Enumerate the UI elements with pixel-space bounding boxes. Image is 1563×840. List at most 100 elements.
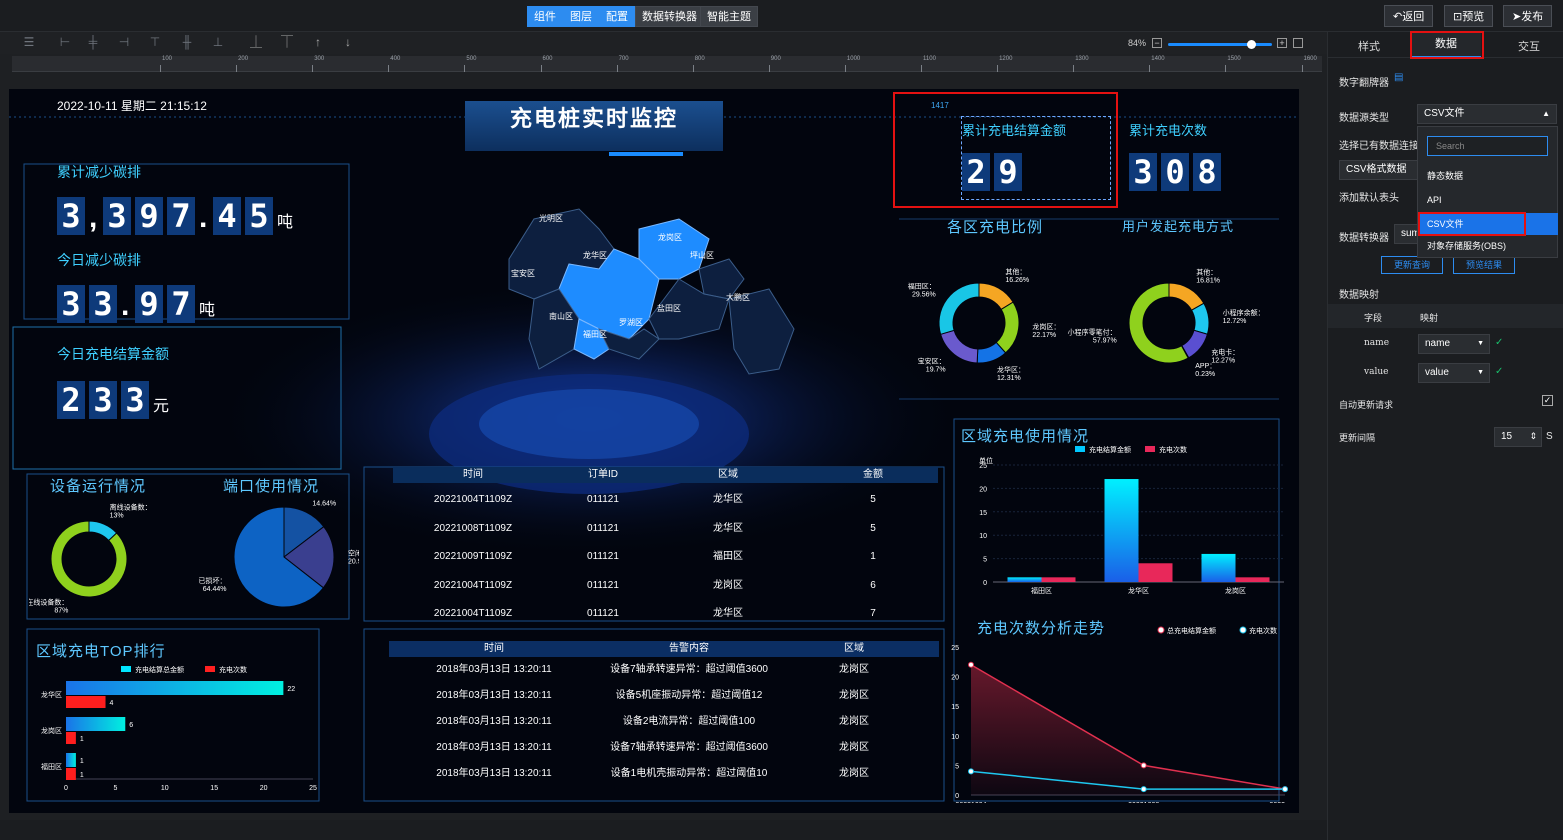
table-cell: 设备7轴承转速异常：超过阈值3600 xyxy=(610,664,768,675)
interval-stepper[interactable]: 15 ⇕ xyxy=(1494,427,1542,447)
charge-count-counter[interactable]: 308 xyxy=(1129,153,1225,191)
align-bottom-icon[interactable]: ⊥ xyxy=(211,36,225,48)
carbon-total-label: 累计减少碳排 xyxy=(57,164,141,180)
shenzhen-map[interactable] xyxy=(479,189,809,389)
option-api[interactable]: API xyxy=(1419,189,1527,211)
tab-config[interactable]: 配置 xyxy=(599,6,635,27)
table-row[interactable]: 20221008T1109Z 011121 龙华区 5 xyxy=(393,515,938,543)
publish-button[interactable]: ➤发布 xyxy=(1503,5,1553,27)
table-row[interactable]: 20221004T1109Z 011121 龙华区 7 xyxy=(393,600,938,628)
data-point xyxy=(968,661,974,668)
table-cell: 2018年03月13日 13:20:11 xyxy=(436,742,552,753)
slice-label: APP： xyxy=(1195,363,1216,370)
align-top-icon[interactable]: ⊤ xyxy=(148,36,162,48)
tab-layers[interactable]: 图层 xyxy=(563,6,599,27)
search-input[interactable]: Search xyxy=(1427,136,1548,156)
slice-label: 小程序零笔付： xyxy=(1068,327,1117,336)
table-row[interactable]: 2018年03月13日 13:20:11 设备7轴承转速异常：超过阈值3600 龙岗… xyxy=(389,736,939,760)
table-row[interactable]: 20221004T1109Z 011121 龙岗区 6 xyxy=(393,572,938,600)
align-middle-icon[interactable]: ╫ xyxy=(180,36,194,48)
table-row[interactable]: 20221004T1109Z 011121 龙华区 5 xyxy=(393,486,938,514)
align-right-icon[interactable]: ⊣ xyxy=(117,36,131,48)
carbon-total-counter[interactable]: 3,397.45吨 xyxy=(57,197,293,235)
slice-value: 14.64% xyxy=(312,501,336,508)
map-label-dapeng: 大鹏区 xyxy=(726,293,750,302)
chevron-down-icon: ▼ xyxy=(1477,340,1484,347)
highlight-box-csv-option xyxy=(1418,212,1526,236)
align-left-icon[interactable]: ☰ xyxy=(22,36,36,48)
zoom-out-button[interactable]: − xyxy=(1152,38,1162,48)
slice-label: 龙华区： xyxy=(997,365,1025,374)
distribute-v-icon[interactable]: ⏉ xyxy=(280,36,294,48)
preview-result-button[interactable]: 预览结果 xyxy=(1453,256,1515,274)
ruler-tick xyxy=(312,65,314,72)
tick-label: 15 xyxy=(210,785,218,792)
slice-value: 57.97% xyxy=(1093,337,1117,344)
align-center-icon[interactable]: ╪ xyxy=(86,36,100,48)
mapping-select-value[interactable]: value ▼ xyxy=(1418,363,1490,383)
ruler-tick xyxy=(616,65,618,72)
tab-smart-theme[interactable]: 智能主题 xyxy=(700,6,758,27)
slice-value: 29.56% xyxy=(912,292,936,299)
align-center-h-icon[interactable]: ⊢ xyxy=(58,36,72,48)
tab-data-converter[interactable]: 数据转换器 xyxy=(635,6,704,27)
settle-today-counter[interactable]: 233元 xyxy=(57,381,169,419)
category-label: 龙岗区 xyxy=(41,726,62,735)
device-port-charts: 离线设备数：13% 在线设备数：87% 使用中：14.64% 空闲中：20.92% 已损… xyxy=(29,499,359,614)
distribute-h-icon[interactable]: ⏊ xyxy=(249,36,263,48)
back-button[interactable]: ↶返回 xyxy=(1384,5,1434,27)
table-row[interactable]: 20221009T1109Z 011121 福田区 1 xyxy=(393,543,938,571)
zoom-level: 84% xyxy=(1128,38,1147,48)
table-row[interactable]: 2018年03月13日 13:20:11 设备2电流异常：超过阈值100 龙岗区 xyxy=(389,710,939,734)
digit: 7 xyxy=(167,285,195,323)
source-type-select[interactable]: CSV文件 ▲ xyxy=(1417,104,1557,124)
digit-separator: . xyxy=(121,289,130,322)
table-cell: 2018年03月13日 13:20:11 xyxy=(436,768,552,779)
zoom-slider-handle[interactable] xyxy=(1247,40,1256,49)
zoom-in-button[interactable]: + xyxy=(1277,38,1287,48)
doc-icon[interactable]: ▤ xyxy=(1394,72,1403,83)
ruler-label: 1300 xyxy=(1075,56,1089,62)
update-query-button[interactable]: 更新查询 xyxy=(1381,256,1443,274)
port-usage-title: 端口使用情况 xyxy=(223,478,320,495)
tab-style[interactable]: 样式 xyxy=(1358,38,1380,54)
auto-update-checkbox[interactable]: ✓ xyxy=(1542,395,1553,406)
table-row[interactable]: 2018年03月13日 13:20:11 设备5机座振动异常：超过阈值12 龙岗区 xyxy=(389,684,939,708)
bar xyxy=(66,753,76,767)
ruler-tick xyxy=(464,65,466,72)
legend-label: 充电结算总金额 xyxy=(135,665,184,674)
option-static[interactable]: 静态数据 xyxy=(1419,165,1527,187)
ruler-label: 1500 xyxy=(1227,56,1241,62)
slice-value: 87% xyxy=(54,608,68,614)
ruler-tick xyxy=(768,65,770,72)
digit: 3 xyxy=(1129,153,1157,191)
stepper-icon[interactable]: ⇕ xyxy=(1529,427,1537,445)
option-obs[interactable]: 对象存储服务(OBS) xyxy=(1419,235,1558,257)
horizontal-ruler: 100 200 300 400 500 600 700 800 900 1000 1100 1200 1… xyxy=(12,56,1393,72)
move-up-icon[interactable]: ↑ xyxy=(311,36,325,48)
app-root: 组件 图层 配置 数据转换器 智能主题 ↶返回 ⊡预览 ➤发布 ☰ ⊢ ╪ ⊣ … xyxy=(0,0,1563,840)
district-ratio-title: 各区充电比例 xyxy=(947,219,1044,236)
tab-interaction[interactable]: 交互 xyxy=(1518,38,1540,54)
slice-value: 13% xyxy=(110,512,124,519)
zoom-slider[interactable] xyxy=(1168,43,1272,46)
legend-label: 充电次数 xyxy=(219,665,247,674)
mapping-select-name[interactable]: name ▼ xyxy=(1418,334,1490,354)
tab-components[interactable]: 组件 xyxy=(527,6,563,27)
table-row[interactable]: 2018年03月13日 13:20:11 设备1电机壳振动异常：超过阈值10 龙岗区 xyxy=(389,762,939,786)
add-header-label: 添加默认表头 xyxy=(1339,193,1399,204)
bottom-scrollbar[interactable] xyxy=(0,820,1327,840)
csv-format-field[interactable]: CSV格式数据 xyxy=(1339,160,1419,180)
tick-label: 0 xyxy=(64,785,68,792)
fit-screen-icon[interactable] xyxy=(1293,38,1303,48)
bar xyxy=(66,732,76,744)
carbon-today-counter[interactable]: 33.97吨 xyxy=(57,285,215,323)
table-row[interactable]: 2018年03月13日 13:20:11 设备7轴承转速异常：超过阈值3600 龙岗… xyxy=(389,658,939,682)
slice-value: 0.23% xyxy=(1195,371,1215,378)
move-down-icon[interactable]: ↓ xyxy=(341,36,355,48)
ruler-tick xyxy=(921,65,922,72)
carbon-today-label: 今日减少碳排 xyxy=(57,252,141,268)
slice-label: 其他： xyxy=(1005,267,1026,276)
table-cell: 龙华区 xyxy=(713,522,743,534)
preview-button[interactable]: ⊡预览 xyxy=(1444,5,1494,27)
